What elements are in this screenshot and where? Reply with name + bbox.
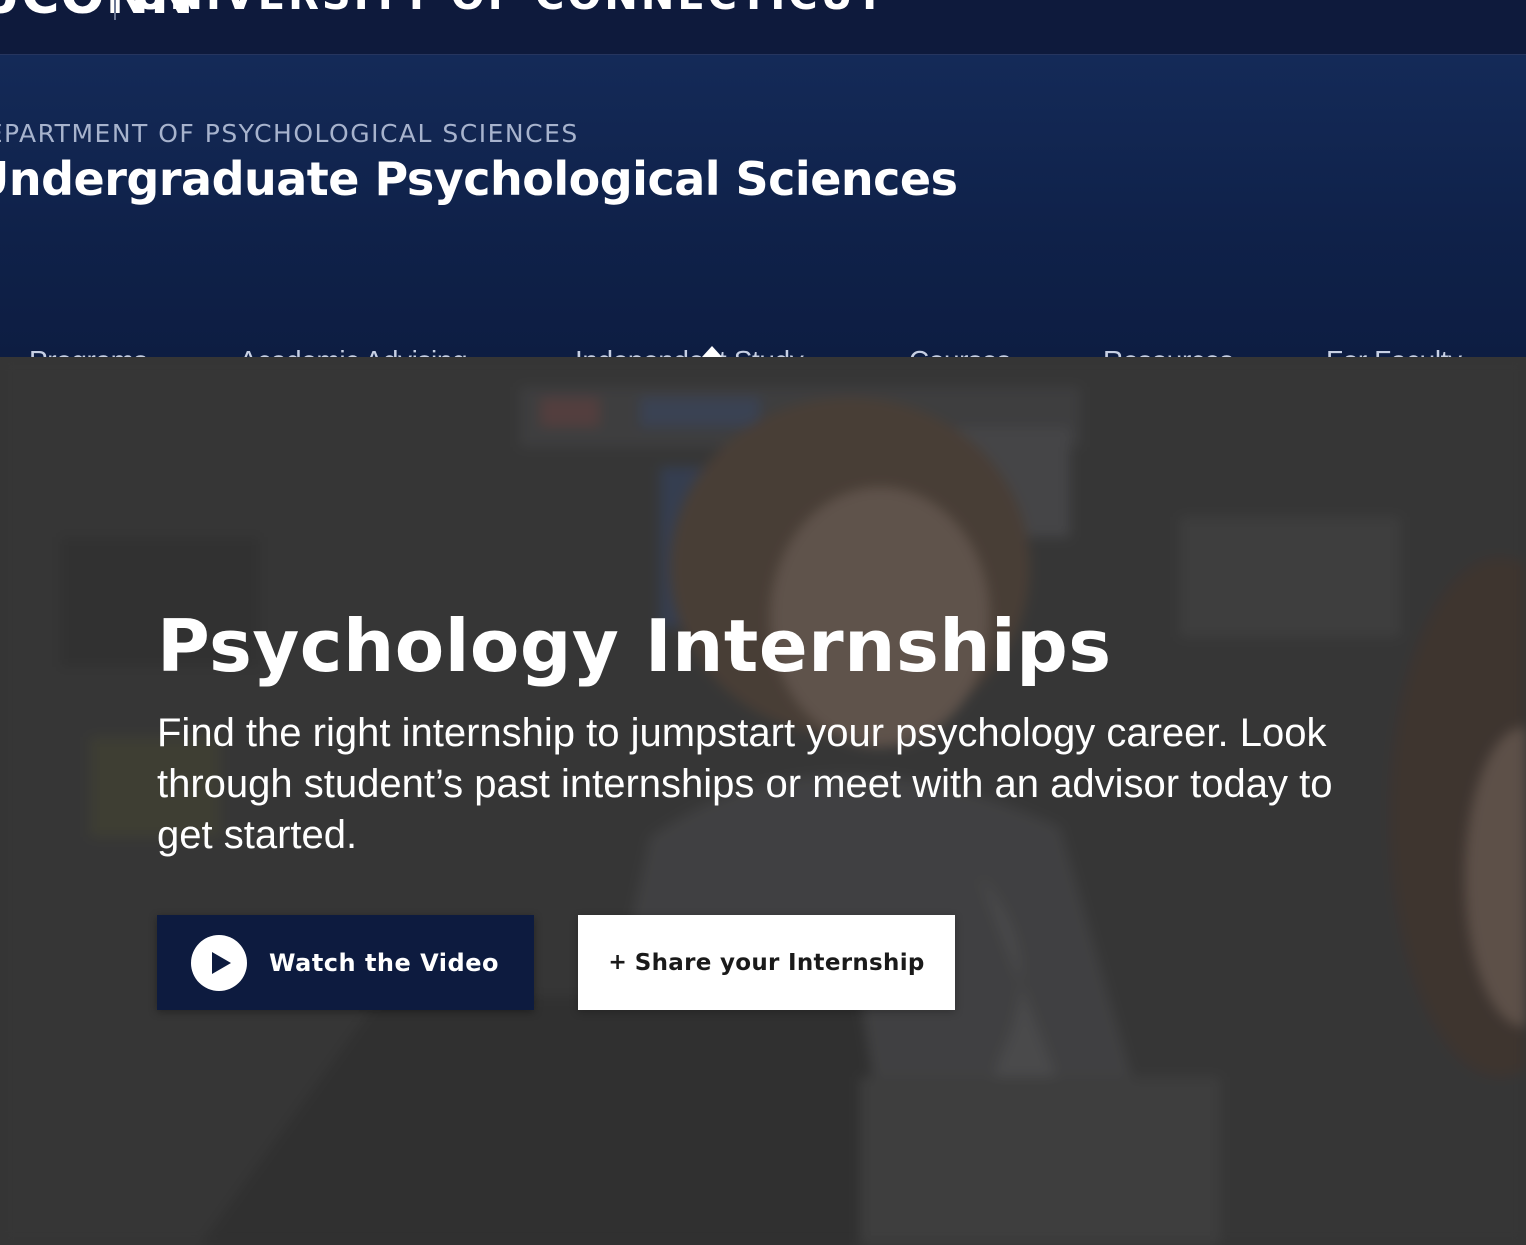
nav-item-resources[interactable]: Resources [1103,337,1252,357]
watch-video-button[interactable]: Watch the Video [157,915,534,1010]
hero-title: Psychology Internships [157,604,1112,688]
nav-label: For Faculty [1326,345,1462,357]
share-internship-label: Share your Internship [634,949,925,976]
nav-item-independent-study[interactable]: Independent Study [575,337,822,357]
play-icon [191,934,247,991]
nav-item-academic-advising[interactable]: Academic Advising [239,337,486,357]
nav-item-programs[interactable]: Programs [29,337,166,357]
nav-label: Courses [909,345,1011,357]
nav-label: Independent Study [575,345,804,357]
logo-divider [114,0,116,20]
nav-item-for-faculty[interactable]: For Faculty [1326,337,1481,357]
hero-description: Find the right internship to jumpstart y… [157,711,1333,858]
watch-video-label: Watch the Video [269,948,499,977]
page: UCONN UNIVERSITY OF CONNECTICUT DEPARTME… [0,0,1526,1245]
hero-content: Psychology Internships Find the right in… [157,604,1397,861]
nav-item-courses[interactable]: Courses [909,337,1029,357]
nav-label: Academic Advising [239,345,468,357]
share-internship-button[interactable]: + Share your Internship [578,915,955,1010]
department-header: DEPARTMENT OF PSYCHOLOGICAL SCIENCES Und… [0,55,1526,357]
plus-icon: + [608,950,627,975]
nav-label: Programs [29,345,148,357]
university-name-link[interactable]: UNIVERSITY OF CONNECTICUT [134,0,886,16]
university-bar: UCONN UNIVERSITY OF CONNECTICUT [0,0,1526,55]
active-nav-indicator-icon [702,346,722,357]
nav-label: Resources [1103,345,1234,357]
site-title-link[interactable]: Undergraduate Psychological Sciences [0,152,958,206]
main-navigation: Programs Academic Advising Independent S… [0,337,1526,357]
department-name-link[interactable]: DEPARTMENT OF PSYCHOLOGICAL SCIENCES [0,119,579,148]
hero-banner: Psychology Internships Find the right in… [0,357,1526,1245]
